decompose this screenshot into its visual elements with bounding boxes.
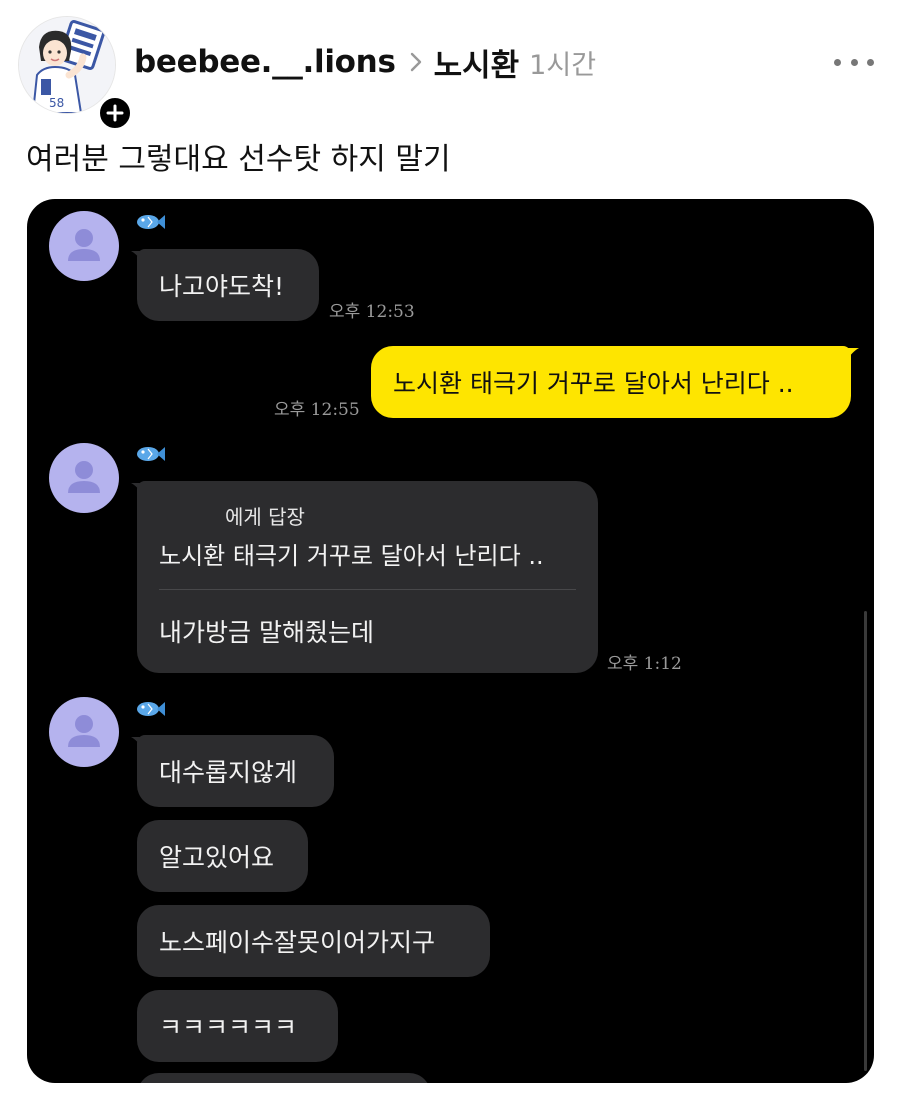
fish-icon bbox=[137, 215, 165, 229]
fish-icon bbox=[137, 447, 165, 461]
plus-icon bbox=[106, 104, 124, 122]
post-time: 1시간 bbox=[529, 49, 597, 81]
message-text: 나고야도착! bbox=[159, 272, 285, 301]
chat-screenshot-image[interactable]: 나고야도착! 오후 12:53 오후 12:55 노시환 태극기 거꾸로 달아서… bbox=[27, 199, 874, 1083]
person-silhouette-icon bbox=[68, 229, 100, 261]
message-text: 노시환 태극기 거꾸로 달아서 난리다 .. bbox=[393, 369, 794, 398]
chevron-right-icon bbox=[410, 52, 422, 72]
post-caption: 여러분 그렇대요 선수탓 하지 말기 bbox=[26, 142, 451, 177]
fish-icon bbox=[137, 702, 165, 716]
message-bubble[interactable]: 나고야도착! bbox=[137, 249, 319, 321]
message-text: 알고있어요 bbox=[159, 843, 275, 872]
person-silhouette-icon bbox=[68, 715, 100, 747]
svg-text:58: 58 bbox=[49, 96, 64, 110]
message-bubble[interactable]: 알고있어요 bbox=[137, 820, 308, 892]
reply-message-bubble[interactable]: 에게 답장 노시환 태극기 거꾸로 달아서 난리다 .. 내가방금 말해줬는데 bbox=[137, 481, 598, 673]
message-text: ㅋㅋㅋㅋㅋㅋ bbox=[159, 1013, 298, 1042]
sender-avatar bbox=[49, 697, 119, 767]
bubble-tail bbox=[845, 348, 859, 362]
person-silhouette-icon bbox=[68, 461, 100, 493]
message-bubble-partial bbox=[137, 1073, 431, 1083]
more-dots-icon bbox=[850, 58, 858, 66]
more-dots-icon bbox=[834, 58, 841, 66]
post-meta-row: beebee.__.lions 노시환 1시간 bbox=[134, 38, 596, 86]
message-text: 내가방금 말해줬는데 bbox=[159, 618, 374, 647]
message-timestamp: 오후 12:55 bbox=[274, 400, 360, 420]
sender-avatar bbox=[49, 211, 119, 281]
more-options-button[interactable] bbox=[834, 50, 874, 74]
message-timestamp: 오후 12:53 bbox=[329, 302, 415, 322]
topic-link[interactable]: 노시환 bbox=[434, 40, 520, 85]
message-text: 노스페이수잘못이어가지구 bbox=[159, 928, 436, 957]
username-link[interactable]: beebee.__.lions bbox=[134, 44, 396, 80]
message-text: 대수롭지않게 bbox=[159, 758, 298, 787]
reply-divider bbox=[159, 589, 576, 590]
follow-button[interactable] bbox=[96, 94, 134, 132]
author-avatar-wrap[interactable]: 58 bbox=[18, 16, 134, 132]
outgoing-message-bubble[interactable]: 노시환 태극기 거꾸로 달아서 난리다 .. bbox=[371, 346, 851, 418]
message-bubble[interactable]: 노스페이수잘못이어가지구 bbox=[137, 905, 490, 977]
quoted-message[interactable]: 노시환 태극기 거꾸로 달아서 난리다 .. bbox=[159, 536, 544, 571]
message-bubble[interactable]: 대수롭지않게 bbox=[137, 735, 334, 807]
message-timestamp: 오후 1:12 bbox=[607, 654, 682, 674]
sender-avatar bbox=[49, 443, 119, 513]
reply-to-label: 에게 답장 bbox=[225, 505, 305, 529]
message-bubble[interactable]: ㅋㅋㅋㅋㅋㅋ bbox=[137, 990, 338, 1062]
scroll-indicator bbox=[864, 611, 867, 1071]
more-dots-icon bbox=[867, 58, 874, 66]
